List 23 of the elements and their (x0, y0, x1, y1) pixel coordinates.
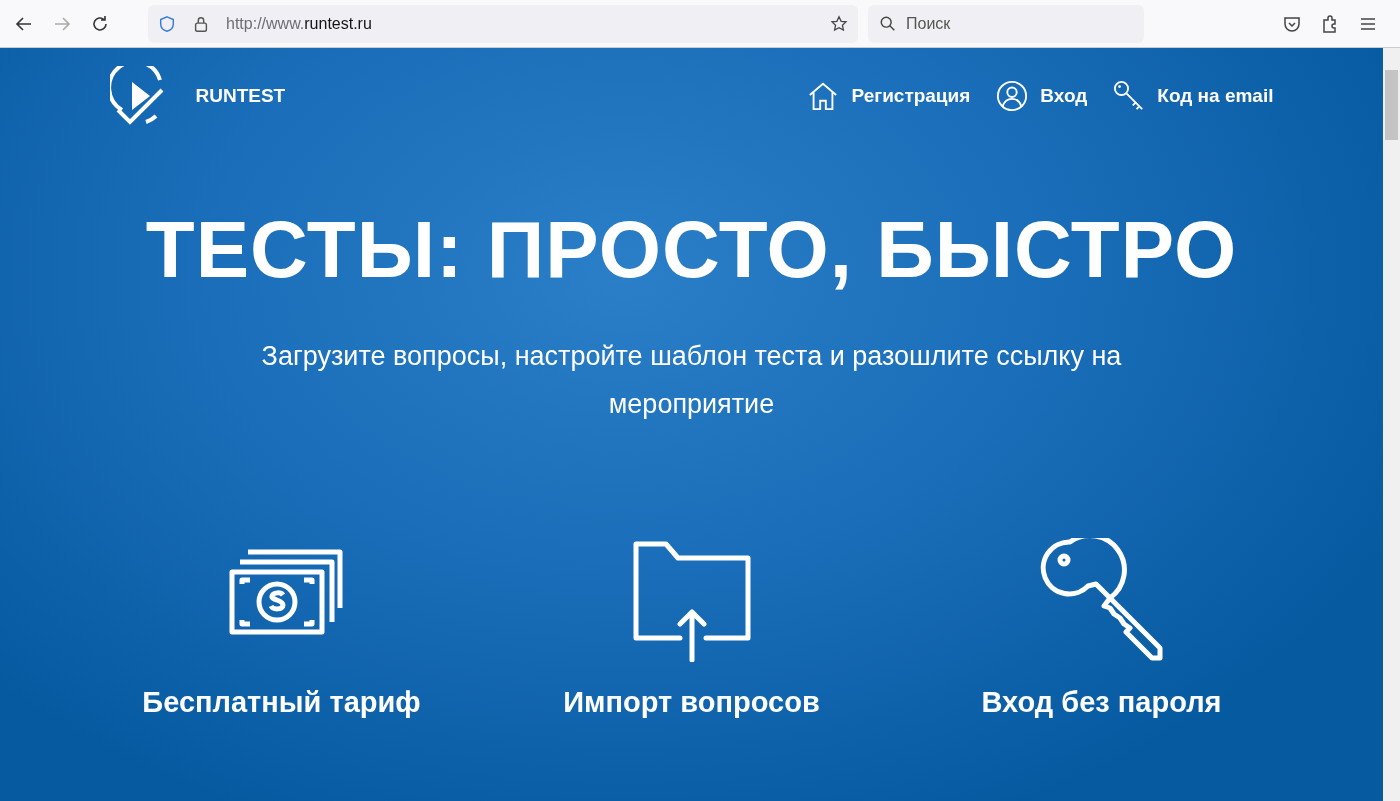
search-icon (879, 14, 897, 33)
feature-title: Бесплатный тариф (142, 686, 421, 719)
feature-title: Импорт вопросов (563, 686, 820, 719)
hero-subtitle: Загрузите вопросы, настройте шаблон теста и разошлите ссылку на мероприятие (260, 340, 1123, 421)
search-field[interactable]: Поиск (868, 4, 1144, 43)
nav-link[interactable]: Код на email (1113, 80, 1274, 112)
scrollbar-thumb[interactable] (1385, 70, 1398, 140)
nav-link[interactable]: Вход (996, 80, 1088, 112)
url-text: http://www.runtest.ru (226, 14, 372, 33)
nav-link[interactable]: Регистрация (807, 80, 971, 112)
star-icon[interactable] (830, 14, 848, 33)
lock-icon (192, 14, 210, 33)
logo-text[interactable]: RUNTEST (195, 85, 286, 107)
feature-title: Вход без пароля (981, 686, 1222, 719)
reload-icon[interactable] (90, 13, 110, 34)
address-bar[interactable]: http://www.runtest.ru (148, 4, 858, 43)
house-icon (807, 80, 840, 112)
scrollbar[interactable] (1383, 48, 1400, 801)
key-icon (1113, 80, 1146, 112)
hero-headline: ТЕСТЫ: ПРОСТО, БЫСТРО (145, 204, 1238, 296)
user-icon (996, 80, 1029, 112)
shield-icon (158, 14, 176, 33)
key-icon (1039, 538, 1164, 662)
